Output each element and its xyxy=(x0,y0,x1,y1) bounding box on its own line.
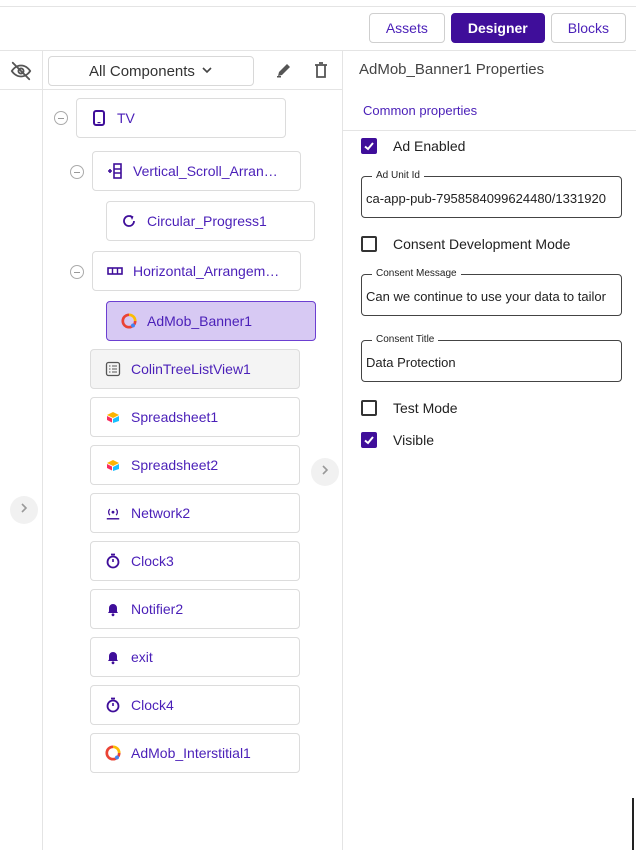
consent-dev-mode-label: Consent Development Mode xyxy=(393,236,571,252)
properties-section-divider xyxy=(342,130,636,131)
tree-node-label: Horizontal_Arrangem… xyxy=(133,263,280,279)
test-mode-label: Test Mode xyxy=(393,400,458,416)
tree-node-label: exit xyxy=(131,649,153,665)
tree-node-label: ColinTreeListView1 xyxy=(131,361,251,377)
common-properties-section[interactable]: Common properties xyxy=(363,103,477,118)
refresh-icon xyxy=(121,213,137,229)
list-icon xyxy=(105,361,121,377)
tree-node-spreadsheet1[interactable]: Spreadsheet1 xyxy=(90,397,300,437)
collapse-toggle-horizontal-arrangement[interactable] xyxy=(70,265,84,279)
left-rail-divider xyxy=(42,50,43,850)
ad-unit-id-value[interactable]: ca-app-pub-7958584099624480/1331920 xyxy=(366,191,620,206)
ad-enabled-label: Ad Enabled xyxy=(393,138,466,154)
consent-title-value[interactable]: Data Protection xyxy=(366,355,620,370)
chevron-right-icon xyxy=(319,463,331,481)
tree-node-tv[interactable]: TV xyxy=(76,98,286,138)
tree-toolbar-divider xyxy=(0,89,342,90)
tree-node-label: Notifier2 xyxy=(131,601,184,617)
admob-icon xyxy=(121,313,137,329)
spreadsheet-icon xyxy=(105,457,121,473)
consent-message-legend: Consent Message xyxy=(372,268,461,279)
chevron-down-icon xyxy=(201,63,213,80)
network-icon xyxy=(105,505,121,521)
tree-node-admob-interstitial[interactable]: AdMob_Interstitial1 xyxy=(90,733,300,773)
check-icon xyxy=(364,436,374,445)
consent-title-legend: Consent Title xyxy=(372,334,439,345)
pencil-icon[interactable] xyxy=(274,60,294,80)
tree-node-label: TV xyxy=(117,110,135,126)
tree-node-notifier2[interactable]: Notifier2 xyxy=(90,589,300,629)
collapse-toggle-tv[interactable] xyxy=(54,111,68,125)
component-filter-label: All Components xyxy=(89,62,195,80)
consent-title-field[interactable]: Consent Title Data Protection xyxy=(361,334,622,382)
test-mode-checkbox[interactable] xyxy=(361,400,377,416)
top-divider xyxy=(0,6,636,7)
text-cursor xyxy=(632,798,634,850)
tree-node-clock4[interactable]: Clock4 xyxy=(90,685,300,725)
tree-node-circular-progress[interactable]: Circular_Progress1 xyxy=(106,201,315,241)
visible-label: Visible xyxy=(393,432,434,448)
chevron-right-icon xyxy=(18,501,30,519)
properties-divider xyxy=(342,50,343,850)
tree-node-label: AdMob_Banner1 xyxy=(147,313,253,329)
consent-dev-mode-row[interactable]: Consent Development Mode xyxy=(361,236,570,252)
clock-icon xyxy=(105,697,121,713)
trash-icon[interactable] xyxy=(311,60,331,80)
tree-node-label: Circular_Progress1 xyxy=(147,213,267,229)
tree-node-admob-banner[interactable]: AdMob_Banner1 xyxy=(106,301,316,341)
phone-icon xyxy=(91,110,107,126)
admob-icon xyxy=(105,745,121,761)
tree-node-exit[interactable]: exit xyxy=(90,637,300,677)
ad-unit-id-legend: Ad Unit Id xyxy=(372,170,424,181)
properties-title: AdMob_Banner1 Properties xyxy=(359,61,545,78)
tab-designer[interactable]: Designer xyxy=(450,13,545,43)
tab-blocks[interactable]: Blocks xyxy=(550,13,626,43)
tree-node-label: Clock3 xyxy=(131,553,174,569)
eye-off-icon[interactable] xyxy=(10,60,32,82)
spreadsheet-icon xyxy=(105,409,121,425)
component-filter-dropdown[interactable]: All Components xyxy=(48,56,254,86)
tree-node-label: Clock4 xyxy=(131,697,174,713)
vertical-scroll-icon xyxy=(107,163,123,179)
test-mode-row[interactable]: Test Mode xyxy=(361,400,458,416)
visible-checkbox[interactable] xyxy=(361,432,377,448)
consent-message-value[interactable]: Can we continue to use your data to tail… xyxy=(366,289,620,304)
toolbar-divider xyxy=(0,50,636,51)
tree-node-label: Spreadsheet2 xyxy=(131,457,219,473)
consent-message-field[interactable]: Consent Message Can we continue to use y… xyxy=(361,268,622,316)
tree-node-network2[interactable]: Network2 xyxy=(90,493,300,533)
tree-node-clock3[interactable]: Clock3 xyxy=(90,541,300,581)
bell-icon xyxy=(105,601,121,617)
tree-node-spreadsheet2[interactable]: Spreadsheet2 xyxy=(90,445,300,485)
check-icon xyxy=(364,142,374,151)
tree-node-label: AdMob_Interstitial1 xyxy=(131,745,251,761)
clock-icon xyxy=(105,553,121,569)
ad-enabled-row[interactable]: Ad Enabled xyxy=(361,138,465,154)
expand-palette-button[interactable] xyxy=(10,496,38,524)
ad-enabled-checkbox[interactable] xyxy=(361,138,377,154)
visible-row[interactable]: Visible xyxy=(361,432,434,448)
tree-node-label: Network2 xyxy=(131,505,191,521)
tree-node-colin-tree-list-view[interactable]: ColinTreeListView1 xyxy=(90,349,300,389)
tree-node-horizontal-arrangement[interactable]: Horizontal_Arrangem… xyxy=(92,251,301,291)
expand-viewer-button[interactable] xyxy=(311,458,339,486)
consent-dev-mode-checkbox[interactable] xyxy=(361,236,377,252)
view-tabs: Assets Designer Blocks xyxy=(368,13,626,43)
tree-node-label: Vertical_Scroll_Arran… xyxy=(133,163,278,179)
bell-icon xyxy=(105,649,121,665)
collapse-toggle-vertical-scroll[interactable] xyxy=(70,165,84,179)
horizontal-arrangement-icon xyxy=(107,263,123,279)
ad-unit-id-field[interactable]: Ad Unit Id ca-app-pub-7958584099624480/1… xyxy=(361,170,622,218)
tree-node-label: Spreadsheet1 xyxy=(131,409,219,425)
tab-assets[interactable]: Assets xyxy=(368,13,445,43)
tree-node-vertical-scroll[interactable]: Vertical_Scroll_Arran… xyxy=(92,151,301,191)
